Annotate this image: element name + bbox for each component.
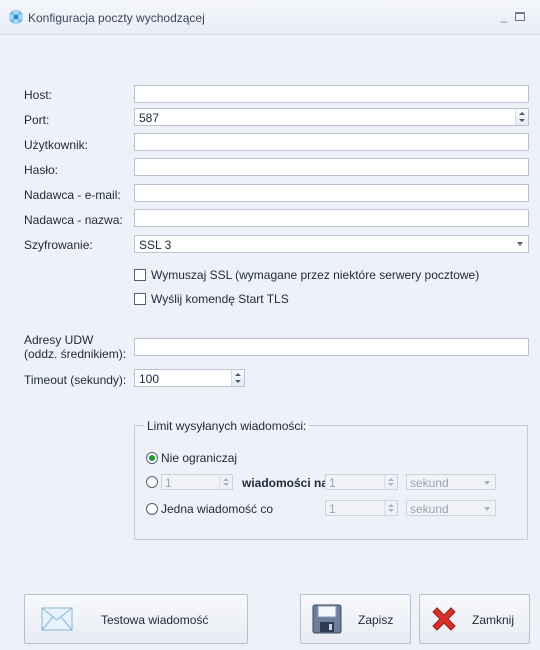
per-period-count-stepper[interactable]: 1: [161, 474, 233, 490]
sender-name-label: Nadawca - nazwa:: [24, 213, 123, 227]
spin-down-icon: [388, 483, 394, 486]
spin-down-icon: [519, 119, 525, 122]
spin-down-icon: [388, 509, 394, 512]
per-period-count-value: 1: [165, 476, 172, 490]
test-message-label: Testowa wiadomość: [101, 613, 209, 627]
limit-group-title: Limit wysyłanych wiadomości:: [144, 419, 310, 433]
no-limit-label: Nie ograniczaj: [161, 451, 238, 465]
encryption-value: SSL 3: [139, 238, 172, 252]
period-spin-buttons[interactable]: [384, 475, 397, 489]
start-tls-checkbox[interactable]: [134, 293, 146, 305]
spin-up-icon: [388, 478, 394, 481]
start-tls-label: Wyślij komendę Start TLS: [151, 292, 289, 306]
password-input[interactable]: [134, 158, 529, 176]
port-label: Port:: [24, 113, 50, 127]
minimize-button[interactable]: _: [497, 9, 511, 23]
encryption-label: Szyfrowanie:: [24, 238, 93, 252]
save-button[interactable]: Zapisz: [300, 594, 411, 644]
save-label: Zapisz: [358, 613, 394, 627]
count-spin-buttons[interactable]: [219, 475, 232, 489]
bcc-label-line1: Adresy UDW: [24, 333, 94, 347]
host-input[interactable]: [134, 85, 529, 103]
one-every-value-stepper[interactable]: 1: [325, 500, 398, 516]
per-period-value: 1: [329, 476, 336, 490]
spin-up-icon: [223, 478, 229, 481]
red-x-icon: [432, 607, 456, 631]
encryption-dropdown[interactable]: SSL 3: [134, 235, 529, 253]
host-label: Host:: [24, 88, 53, 102]
sender-email-label: Nadawca - e-mail:: [24, 188, 121, 202]
one-every-unit: sekund: [410, 502, 449, 516]
force-ssl-checkbox-row[interactable]: Wymuszaj SSL (wymagane przez niektóre se…: [134, 268, 528, 284]
one-every-spin-buttons[interactable]: [384, 501, 397, 515]
spin-up-icon: [388, 504, 394, 507]
per-period-radio[interactable]: [146, 476, 158, 488]
one-every-value: 1: [329, 502, 336, 516]
port-stepper[interactable]: 587: [134, 108, 529, 126]
timeout-stepper[interactable]: 100: [134, 369, 245, 387]
per-period-unit-dropdown[interactable]: sekund: [406, 474, 496, 490]
spin-down-icon: [223, 483, 229, 486]
per-period-middle-label: wiadomości na: [242, 476, 329, 490]
chevron-down-icon: [517, 242, 523, 246]
start-tls-checkbox-row[interactable]: Wyślij komendę Start TLS: [134, 292, 334, 308]
one-every-label: Jedna wiadomość co: [161, 502, 274, 516]
force-ssl-checkbox[interactable]: [134, 269, 146, 281]
bcc-input[interactable]: [134, 338, 529, 356]
port-spin-buttons[interactable]: [515, 109, 528, 125]
spin-up-icon: [235, 373, 241, 376]
timeout-label: Timeout (sekundy):: [24, 373, 127, 387]
sender-email-input[interactable]: [134, 184, 529, 202]
timeout-spin-buttons[interactable]: [231, 370, 244, 386]
envelope-icon: [41, 607, 73, 631]
port-value: 587: [139, 111, 160, 125]
floppy-disk-icon: [312, 604, 342, 634]
spin-up-icon: [519, 112, 525, 115]
window-title: Konfiguracja poczty wychodzącej: [28, 11, 205, 25]
sender-name-input[interactable]: [134, 209, 529, 227]
chevron-down-icon: [484, 481, 490, 485]
spin-down-icon: [235, 380, 241, 383]
close-label: Zamknij: [472, 613, 515, 627]
title-bar: Konfiguracja poczty wychodzącej _: [0, 0, 540, 35]
test-message-button[interactable]: Testowa wiadomość: [24, 594, 248, 644]
user-label: Użytkownik:: [24, 138, 89, 152]
per-period-unit: sekund: [410, 476, 449, 490]
gear-flower-icon: [8, 9, 24, 25]
force-ssl-label: Wymuszaj SSL (wymagane przez niektóre se…: [151, 268, 480, 282]
maximize-button[interactable]: [513, 9, 527, 23]
close-button[interactable]: Zamknij: [419, 594, 530, 644]
one-every-radio[interactable]: [146, 503, 158, 515]
password-label: Hasło:: [24, 163, 59, 177]
per-period-value-stepper[interactable]: 1: [325, 474, 398, 490]
one-every-unit-dropdown[interactable]: sekund: [406, 500, 496, 516]
user-input[interactable]: [134, 133, 529, 151]
maximize-icon: [515, 12, 525, 21]
timeout-value: 100: [139, 372, 160, 386]
no-limit-radio[interactable]: [146, 452, 158, 464]
chevron-down-icon: [484, 507, 490, 511]
bcc-label-line2: (oddz. średnikiem):: [24, 347, 127, 361]
